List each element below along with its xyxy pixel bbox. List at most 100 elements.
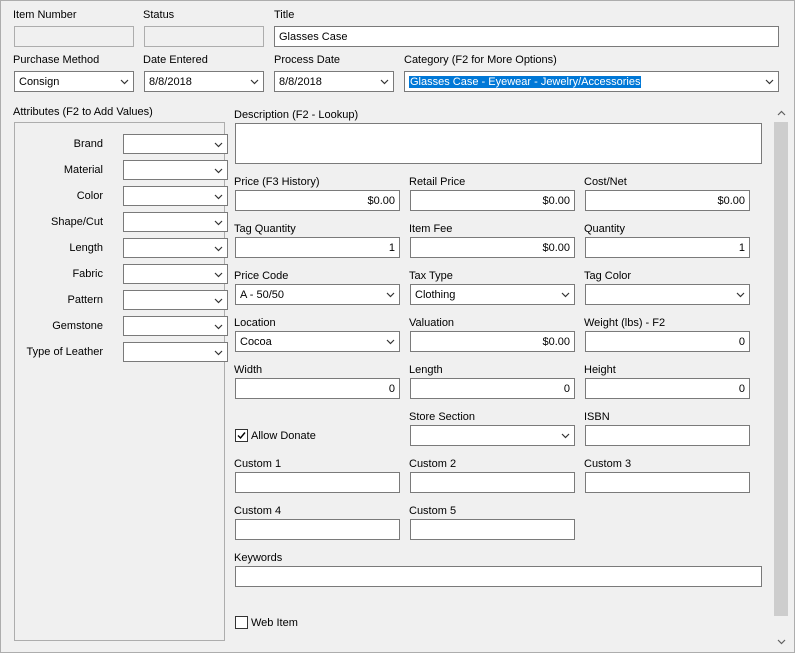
- process-date-label: Process Date: [274, 54, 341, 66]
- price-code-select[interactable]: A - 50/50: [235, 284, 400, 305]
- category-label: Category (F2 for More Options): [404, 54, 557, 66]
- quantity-label: Quantity: [584, 223, 625, 235]
- chevron-down-icon[interactable]: [210, 213, 227, 231]
- custom1-field[interactable]: [235, 472, 400, 493]
- item-number-label: Item Number: [13, 9, 77, 21]
- chevron-down-icon[interactable]: [116, 72, 133, 91]
- isbn-field[interactable]: [585, 425, 750, 446]
- chevron-down-icon[interactable]: [210, 161, 227, 179]
- purchase-method-select[interactable]: Consign: [14, 71, 134, 92]
- keywords-field[interactable]: [235, 566, 762, 587]
- width-field[interactable]: 0: [235, 378, 400, 399]
- custom2-label: Custom 2: [409, 458, 457, 470]
- tag-quantity-label: Tag Quantity: [234, 223, 296, 235]
- chevron-down-icon[interactable]: [382, 332, 399, 351]
- title-field[interactable]: Glasses Case: [274, 26, 779, 47]
- purchase-method-value: Consign: [19, 75, 60, 88]
- attribute-shape-cut-select[interactable]: [123, 212, 228, 232]
- chevron-down-icon[interactable]: [210, 187, 227, 205]
- length-label: Length: [409, 364, 443, 376]
- attribute-gemstone-select[interactable]: [123, 316, 228, 336]
- chevron-down-icon[interactable]: [761, 72, 778, 91]
- attribute-color-select[interactable]: [123, 186, 228, 206]
- custom4-label: Custom 4: [234, 505, 282, 517]
- attribute-length-select[interactable]: [123, 238, 228, 258]
- attribute-material-select[interactable]: [123, 160, 228, 180]
- cost-net-label: Cost/Net: [584, 176, 627, 188]
- attribute-brand-select[interactable]: [123, 134, 228, 154]
- custom4-field[interactable]: [235, 519, 400, 540]
- custom3-field[interactable]: [585, 472, 750, 493]
- custom5-label: Custom 5: [409, 505, 457, 517]
- attribute-label-fabric: Fabric: [72, 268, 103, 280]
- chevron-down-icon[interactable]: [210, 317, 227, 335]
- attribute-fabric-select[interactable]: [123, 264, 228, 284]
- weight-field[interactable]: 0: [585, 331, 750, 352]
- chevron-down-icon[interactable]: [210, 239, 227, 257]
- attribute-type-of-leather-select[interactable]: [123, 342, 228, 362]
- scrollbar-thumb[interactable]: [774, 122, 788, 616]
- allow-donate-checkbox[interactable]: [235, 429, 248, 442]
- custom5-field[interactable]: [410, 519, 575, 540]
- scroll-down-arrow-icon[interactable]: [773, 634, 789, 650]
- attribute-label-gemstone: Gemstone: [52, 320, 103, 332]
- process-date-value: 8/8/2018: [279, 75, 322, 88]
- store-section-label: Store Section: [409, 411, 476, 423]
- price-label: Price (F3 History): [234, 176, 320, 188]
- location-select[interactable]: Cocoa: [235, 331, 400, 352]
- scroll-up-arrow-icon[interactable]: [773, 105, 789, 121]
- chevron-down-icon[interactable]: [210, 291, 227, 309]
- valuation-field[interactable]: $0.00: [410, 331, 575, 352]
- web-item-label[interactable]: Web Item: [251, 617, 298, 629]
- tag-color-label: Tag Color: [584, 270, 632, 282]
- status-field[interactable]: [144, 26, 264, 47]
- attribute-label-material: Material: [63, 164, 103, 176]
- height-field[interactable]: 0: [585, 378, 750, 399]
- attribute-pattern-select[interactable]: [123, 290, 228, 310]
- custom2-field[interactable]: [410, 472, 575, 493]
- attribute-label-brand: Brand: [73, 138, 103, 150]
- attributes-panel: Brand Material Color Shape/Cut Length Fa…: [14, 122, 228, 641]
- attribute-label-type-of-leather: Type of Leather: [26, 346, 103, 358]
- title-label: Title: [274, 9, 295, 21]
- allow-donate-label[interactable]: Allow Donate: [251, 430, 316, 442]
- chevron-down-icon[interactable]: [210, 343, 227, 361]
- chevron-down-icon[interactable]: [376, 72, 393, 91]
- cost-net-field[interactable]: $0.00: [585, 190, 750, 211]
- date-entered-picker[interactable]: 8/8/2018: [144, 71, 264, 92]
- item-number-field[interactable]: [14, 26, 134, 47]
- price-field[interactable]: $0.00: [235, 190, 400, 211]
- length-field[interactable]: 0: [410, 378, 575, 399]
- chevron-down-icon[interactable]: [210, 135, 227, 153]
- chevron-down-icon[interactable]: [557, 426, 574, 445]
- attribute-label-length: Length: [69, 242, 103, 254]
- chevron-down-icon[interactable]: [732, 285, 749, 304]
- attribute-label-color: Color: [76, 190, 103, 202]
- weight-label: Weight (lbs) - F2: [584, 317, 666, 329]
- chevron-down-icon[interactable]: [382, 285, 399, 304]
- width-label: Width: [234, 364, 263, 376]
- item-fee-field[interactable]: $0.00: [410, 237, 575, 258]
- tag-color-select[interactable]: [585, 284, 750, 305]
- web-item-checkbox[interactable]: [235, 616, 248, 629]
- store-section-select[interactable]: [410, 425, 575, 446]
- process-date-picker[interactable]: 8/8/2018: [274, 71, 394, 92]
- tax-type-select[interactable]: Clothing: [410, 284, 575, 305]
- custom1-label: Custom 1: [234, 458, 282, 470]
- valuation-label: Valuation: [409, 317, 455, 329]
- price-code-value: A - 50/50: [240, 288, 285, 301]
- chevron-down-icon[interactable]: [557, 285, 574, 304]
- keywords-label: Keywords: [234, 552, 283, 564]
- vertical-scrollbar[interactable]: [773, 105, 789, 650]
- category-value: Glasses Case - Eyewear - Jewelry/Accesso…: [409, 75, 642, 88]
- retail-price-field[interactable]: $0.00: [410, 190, 575, 211]
- quantity-field[interactable]: 1: [585, 237, 750, 258]
- tax-type-value: Clothing: [415, 288, 456, 301]
- category-select[interactable]: Glasses Case - Eyewear - Jewelry/Accesso…: [404, 71, 779, 92]
- attribute-label-shape-cut: Shape/Cut: [51, 216, 103, 228]
- chevron-down-icon[interactable]: [246, 72, 263, 91]
- tag-quantity-field[interactable]: 1: [235, 237, 400, 258]
- isbn-label: ISBN: [584, 411, 610, 423]
- chevron-down-icon[interactable]: [210, 265, 227, 283]
- description-field[interactable]: [235, 123, 762, 164]
